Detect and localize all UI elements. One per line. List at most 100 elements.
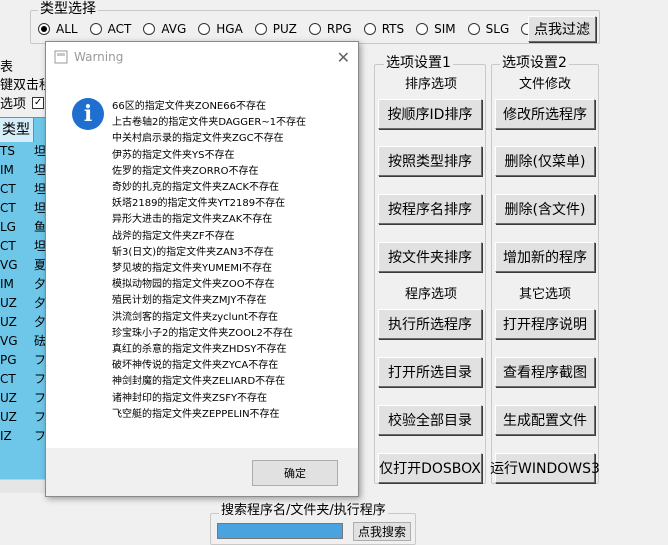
row-type-cell: TS xyxy=(0,144,15,158)
radio-label: AVG xyxy=(161,22,187,36)
dialog-titlebar[interactable]: Warning ✕ xyxy=(46,42,358,72)
dialog-message-line: 伊苏的指定文件夹YS不存在 xyxy=(112,149,235,161)
search-title: 搜索程序名/文件夹/执行程序 xyxy=(219,503,388,519)
type-radio-rts[interactable]: RTS xyxy=(363,22,405,36)
row-type-cell: IM xyxy=(0,277,14,291)
dialog-message-line: 佐罗的指定文件夹ZORRO不存在 xyxy=(112,165,259,177)
row-type-cell: IZ xyxy=(0,429,12,443)
radio-dot-icon xyxy=(143,23,156,35)
delete-menu-only-button[interactable]: 删除(仅菜单) xyxy=(495,146,595,176)
modify-program-button[interactable]: 修改所选程序 xyxy=(495,99,595,129)
dialog-message-line: 模拟动物园的指定文件夹ZOO不存在 xyxy=(112,279,275,291)
type-radio-puz[interactable]: PUZ xyxy=(254,22,297,36)
warning-dialog: Warning ✕ i 66区的指定文件夹ZONE66不存在上古卷轴2的指定文件… xyxy=(45,41,359,497)
radio-label: RTS xyxy=(381,22,405,36)
row-type-cell: LG xyxy=(0,220,16,234)
dialog-message-line: 奇妙的扎克的指定文件夹ZACK不存在 xyxy=(112,182,280,194)
row-type-cell: CT xyxy=(0,182,16,196)
file-edit-label: 文件修改 xyxy=(519,77,572,92)
radio-dot-icon xyxy=(308,23,321,35)
type-filter-title: 类型选择 xyxy=(38,1,98,17)
type-radio-act[interactable]: ACT xyxy=(89,22,132,36)
radio-label: HGA xyxy=(216,22,243,36)
dialog-message-line: 中关村启示录的指定文件夹ZGC不存在 xyxy=(112,133,284,145)
dialog-message-line: 诸神封印的指定文件夹ZSFY不存在 xyxy=(112,392,268,404)
dialog-message-line: 66区的指定文件夹ZONE66不存在 xyxy=(112,101,266,112)
dialog-message-line: 神剑封魔的指定文件夹ZELIARD不存在 xyxy=(112,376,286,388)
dialog-message-line: 梦见坡的指定文件夹YUMEMI不存在 xyxy=(112,263,272,275)
radio-dot-icon xyxy=(416,23,429,35)
open-dosbox-button[interactable]: 仅打开DOSBOX xyxy=(378,453,482,483)
delete-with-files-button[interactable]: 删除(含文件) xyxy=(495,194,595,224)
radio-label: ACT xyxy=(107,22,132,36)
radio-dot-icon xyxy=(254,23,267,35)
dialog-message-line: 殖民计划的指定文件夹ZMJY不存在 xyxy=(112,295,267,307)
dialog-message-line: 飞空艇的指定文件夹ZEPPELIN不存在 xyxy=(112,408,280,420)
close-icon[interactable]: ✕ xyxy=(337,48,350,67)
dialog-message-line: 斩3(日文)的指定文件夹ZAN3不存在 xyxy=(112,246,274,258)
row-type-cell: IM xyxy=(0,163,14,177)
radio-dot-icon xyxy=(38,23,50,35)
sort-by-id-button[interactable]: 按顺序ID排序 xyxy=(378,99,482,129)
run-windows3-button[interactable]: 运行WINDOWS3 xyxy=(490,453,600,483)
radio-label: SLG xyxy=(485,22,510,36)
sort-by-folder-button[interactable]: 按文件夹排序 xyxy=(378,242,482,272)
row-type-cell: VG xyxy=(0,334,18,348)
row-type-cell: CT xyxy=(0,201,16,215)
radio-dot-icon xyxy=(467,23,480,35)
row-type-cell: UZ xyxy=(0,315,17,329)
verify-all-dirs-button[interactable]: 校验全部目录 xyxy=(378,405,482,435)
options2-title: 选项设置2 xyxy=(500,55,569,71)
row-type-cell: VG xyxy=(0,258,18,272)
add-program-button[interactable]: 增加新的程序 xyxy=(495,242,595,272)
dialog-footer: 确定 xyxy=(46,448,358,496)
program-options-label: 程序选项 xyxy=(405,287,458,302)
left-panel-checkbox[interactable]: ✓ xyxy=(32,96,45,109)
search-input[interactable] xyxy=(217,523,343,539)
dialog-message-line: 妖塔2189的指定文件夹YT2189不存在 xyxy=(112,198,286,210)
radio-label: ALL xyxy=(56,22,78,36)
type-radio-rpg[interactable]: RPG xyxy=(308,22,352,36)
open-manual-button[interactable]: 打开程序说明 xyxy=(495,309,595,339)
type-radio-all[interactable]: ALL xyxy=(38,22,78,36)
dialog-message-line: 战斧的指定文件夹ZF不存在 xyxy=(112,230,235,242)
row-type-cell: CT xyxy=(0,239,16,253)
info-icon: i xyxy=(72,98,104,130)
program-list-header-type[interactable]: 类型 xyxy=(0,118,34,142)
radio-label: SIM xyxy=(434,22,456,36)
row-type-cell: CT xyxy=(0,372,16,386)
left-panel-option-label: 选项 xyxy=(0,97,27,112)
left-panel-option: 选项 ✓ xyxy=(0,93,45,112)
type-radio-slg[interactable]: SLG xyxy=(467,22,510,36)
dialog-message-line: 异形大进击的指定文件夹ZAK不存在 xyxy=(112,214,273,226)
type-radio-sim[interactable]: SIM xyxy=(416,22,456,36)
filter-button[interactable]: 点我过滤 xyxy=(528,16,596,42)
sort-by-name-button[interactable]: 按程序名排序 xyxy=(378,194,482,224)
ok-button[interactable]: 确定 xyxy=(252,460,338,486)
search-button[interactable]: 点我搜索 xyxy=(353,522,411,541)
row-type-cell: UZ xyxy=(0,410,17,424)
generate-config-button[interactable]: 生成配置文件 xyxy=(495,405,595,435)
row-type-cell: UZ xyxy=(0,391,17,405)
sort-options-label: 排序选项 xyxy=(405,77,458,92)
dialog-message-line: 上古卷轴2的指定文件夹DAGGER~1不存在 xyxy=(112,117,307,129)
options1-title: 选项设置1 xyxy=(384,55,453,71)
view-screenshot-button[interactable]: 查看程序截图 xyxy=(495,357,595,387)
type-radio-avg[interactable]: AVG xyxy=(143,22,186,36)
open-selected-dir-button[interactable]: 打开所选目录 xyxy=(378,357,482,387)
dialog-message: 66区的指定文件夹ZONE66不存在上古卷轴2的指定文件夹DAGGER~1不存在… xyxy=(112,99,352,423)
dialog-message-line: 破坏神传说的指定文件夹ZYCA不存在 xyxy=(112,360,279,372)
type-radio-row: ALLACTAVGHGAPUZRPGRTSSIMSLGSPG xyxy=(38,20,575,38)
type-radio-hga[interactable]: HGA xyxy=(198,22,243,36)
sort-by-type-button[interactable]: 按照类型排序 xyxy=(378,146,482,176)
radio-label: PUZ xyxy=(272,22,297,36)
radio-dot-icon xyxy=(89,23,102,35)
row-type-cell: PG xyxy=(0,353,17,367)
row-type-cell: UZ xyxy=(0,296,17,310)
radio-dot-icon xyxy=(198,23,211,35)
other-options-label: 其它选项 xyxy=(519,287,572,302)
app-icon xyxy=(54,50,68,64)
run-selected-button[interactable]: 执行所选程序 xyxy=(378,309,482,339)
dialog-title: Warning xyxy=(74,50,124,64)
dialog-message-line: 洪流剑客的指定文件夹zyclunt不存在 xyxy=(112,311,279,323)
